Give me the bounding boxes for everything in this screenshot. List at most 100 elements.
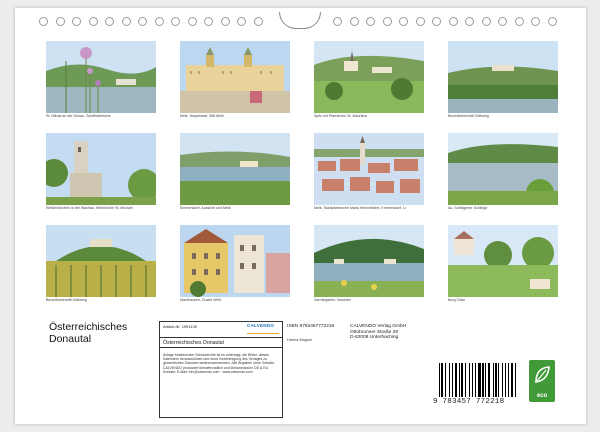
barcode-digits: 9 783457 772218 [433, 398, 505, 406]
eco-badge: eco [529, 360, 555, 402]
info-box-title: Österreichisches Donautal [160, 337, 282, 348]
barcode-bar [465, 363, 467, 397]
legal-notice: Anlage bestehender Schutzrechte ist es u… [163, 353, 275, 374]
publisher-address: CALVENDO Verlag GmbH Ottobrunner Straße … [350, 324, 407, 341]
binding-ring [498, 17, 507, 26]
photo-tile[interactable]: St. Nikola an der Donau, Schiffsfahrsche [46, 41, 156, 119]
photo-tile[interactable]: Burg Clam [448, 225, 558, 303]
barcode-bar [441, 363, 443, 397]
barcode-bar [498, 363, 499, 397]
binding-ring [448, 17, 458, 26]
binding-ring [547, 17, 557, 26]
photo-caption: Benediktinerstift Göttweig [448, 114, 489, 118]
hanger-hook [279, 12, 321, 29]
leaf-icon [535, 366, 550, 383]
binding-ring [88, 17, 98, 26]
barcode-bar [492, 363, 494, 397]
barcode-bar [439, 363, 440, 397]
binding-ring [105, 17, 114, 26]
barcode-bar [505, 363, 507, 397]
photo-emmersdorf [180, 133, 290, 205]
photo-st-nikola [46, 41, 156, 113]
photo-mauthausen [180, 225, 290, 297]
photo-goettweig-2 [46, 225, 156, 297]
photo-melk-town [314, 133, 424, 205]
photo-sarmingstein [314, 225, 424, 297]
barcode-bar [448, 363, 451, 397]
photo-burg-clam [448, 225, 558, 297]
photo-caption: Spitz mit Pfarrkirche St. Mauritius [314, 114, 368, 118]
author-name: Hanna Wagner [287, 338, 313, 342]
photo-melk [180, 41, 290, 113]
barcode-bar [451, 363, 453, 397]
photo-tile[interactable]: Weißenkirchen in der Wachau, Wehrkirche … [46, 133, 156, 211]
photo-tile[interactable]: Sarmingstein, Nordufer [314, 225, 424, 303]
photo-tile[interactable]: Melk, Hauptstadt, Stift Melk [180, 41, 290, 119]
barcode-bar [502, 363, 503, 397]
barcode-bar [482, 363, 484, 397]
barcode-bar [495, 363, 497, 397]
photo-weissenkirchen [46, 133, 156, 205]
photo-spitz [314, 41, 424, 113]
barcode: 9 783457 772218 [433, 363, 517, 407]
binding-ring [138, 17, 147, 26]
photo-caption: Weißenkirchen in der Wachau, Wehrkirche … [46, 206, 133, 210]
binding-ring [220, 17, 230, 26]
photo-grid: St. Nikola an der Donau, Schiffsfahrsche [46, 41, 558, 303]
binding-ring [253, 17, 263, 26]
isbn: ISBN 9783457772218 [287, 324, 335, 329]
photo-tile[interactable]: Emmersdorf, Aussicht und Melk [180, 133, 290, 211]
barcode-bar [515, 363, 516, 397]
barcode-bar [471, 363, 474, 397]
binding-ring [154, 17, 164, 26]
title-line-2: Donautal [49, 333, 92, 345]
binding-ring [171, 17, 180, 26]
binding-ring [55, 17, 65, 26]
article-info-box: Artikel-Nr. 1991139 CALVENDO Österreichi… [159, 321, 283, 418]
photo-goettweig-1 [448, 41, 558, 113]
photo-caption: Benediktinerstift Göttweig [46, 298, 87, 302]
binding-ring [237, 17, 246, 26]
binding-ring [39, 17, 48, 26]
barcode-bar [459, 363, 460, 397]
calendar-back-page: St. Nikola an der Donau, Schiffsfahrsche [15, 8, 586, 424]
photo-schloegener [448, 133, 558, 205]
barcode-bars [439, 363, 517, 397]
binding-ring [465, 17, 474, 26]
calvendo-logo: CALVENDO [247, 323, 279, 334]
binding-rings [15, 12, 586, 32]
binding-ring [349, 17, 359, 26]
barcode-bar [469, 363, 471, 397]
photo-tile[interactable]: Benediktinerstift Göttweig [46, 225, 156, 303]
binding-ring [415, 17, 425, 26]
barcode-bar [478, 363, 481, 397]
binding-ring [531, 17, 540, 26]
title-line-1: Österreichisches [49, 321, 128, 333]
barcode-bar [487, 363, 491, 397]
barcode-bar [475, 363, 476, 397]
binding-ring [399, 17, 408, 26]
eco-label: eco [536, 393, 548, 399]
photo-caption: Emmersdorf, Aussicht und Melk [180, 206, 231, 210]
photo-tile[interactable]: Au, Schlögener Schlinge [448, 133, 558, 211]
photo-tile[interactable]: Spitz mit Pfarrkirche St. Mauritius [314, 41, 424, 119]
binding-ring [121, 17, 131, 26]
article-number: Artikel-Nr. 1991139 [163, 324, 197, 329]
photo-tile[interactable]: Benediktinerstift Göttweig [448, 41, 558, 119]
photo-tile[interactable]: Mauthausen, Chalet Weiß [180, 225, 290, 303]
binding-ring [514, 17, 524, 26]
binding-ring [382, 17, 392, 26]
calendar-title: Österreichisches Donautal [49, 321, 159, 345]
photo-tile[interactable]: Melk, Stadtpfarrkirche Mariä Himmelfahrt… [314, 133, 424, 211]
barcode-bar [461, 363, 463, 397]
photo-caption: Mauthausen, Chalet Weiß [180, 298, 222, 302]
barcode-bar [485, 363, 487, 397]
binding-ring [481, 17, 491, 26]
photo-caption: Melk, Hauptstadt, Stift Melk [180, 114, 224, 118]
barcode-bar [507, 363, 510, 397]
binding-ring [333, 17, 342, 26]
barcode-bar [511, 363, 514, 397]
binding-ring [366, 17, 375, 26]
barcode-bar [444, 363, 446, 397]
barcode-bar [455, 363, 458, 397]
